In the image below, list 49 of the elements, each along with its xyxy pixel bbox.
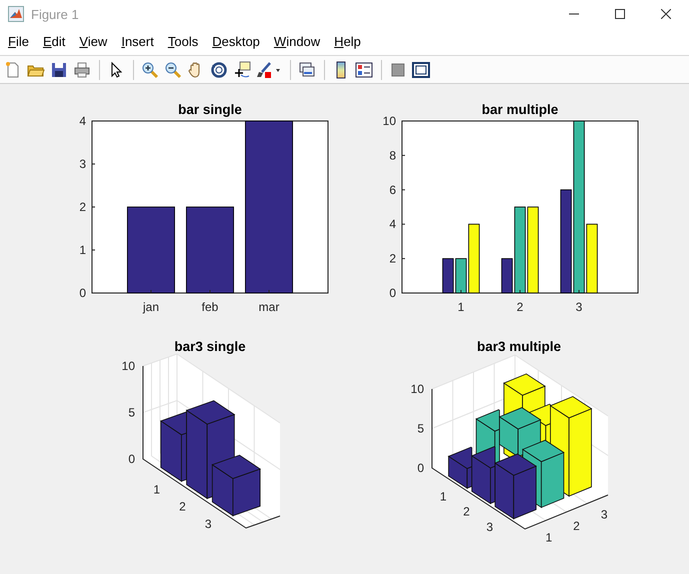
tick-label: 0 — [128, 452, 135, 466]
tick-label: 3 — [79, 157, 86, 171]
tick-label: 3 — [600, 508, 608, 522]
tick-label: 3 — [486, 520, 494, 534]
menu-item[interactable]: Desktop — [206, 34, 266, 49]
tick-label: 0 — [389, 286, 396, 300]
tick-label: 4 — [79, 114, 86, 128]
tick-label: 10 — [410, 382, 424, 396]
tick-label: 1 — [79, 243, 86, 257]
tick-label: 8 — [389, 148, 396, 162]
tick-label: 2 — [79, 200, 86, 214]
window-title: Figure 1 — [31, 6, 79, 22]
menu-item[interactable]: Window — [268, 34, 326, 49]
tick-label: 1 — [440, 489, 447, 504]
bar — [448, 446, 472, 490]
tick-label: 10 — [382, 114, 396, 128]
tick-label: 2 — [179, 500, 186, 514]
chart-title: bar3 multiple — [476, 339, 562, 354]
tick-label: 3 — [204, 516, 212, 531]
chart-title: bar multiple — [482, 102, 558, 117]
chart-title: bar single — [178, 102, 242, 117]
tick-label: 0 — [79, 286, 86, 300]
tick-label: 1 — [546, 530, 552, 544]
tick-label: 2 — [389, 252, 396, 266]
tick-label: 6 — [389, 182, 396, 197]
menu-item[interactable]: Help — [328, 34, 367, 49]
menu-item[interactable]: Edit — [36, 34, 72, 49]
menu-item[interactable]: Insert — [115, 34, 160, 49]
app-logo-icon — [8, 6, 24, 22]
close-icon[interactable] — [661, 9, 671, 19]
tick-label: 1 — [458, 300, 464, 314]
tick-label: jan — [143, 300, 159, 314]
tick-label: 0 — [417, 461, 424, 475]
menu-item[interactable]: Tools — [162, 34, 204, 49]
tick-label: 5 — [417, 422, 424, 436]
menu-item[interactable]: View — [73, 34, 114, 49]
tick-label: 3 — [576, 300, 582, 314]
menu-item[interactable]: File — [2, 34, 35, 49]
chart-title: bar3 single — [174, 339, 246, 354]
tick-label: mar — [258, 300, 280, 314]
tick-label: 10 — [122, 359, 135, 373]
tick-label: 5 — [128, 406, 135, 420]
maximize-icon[interactable] — [615, 9, 625, 19]
tick-label: 2 — [573, 519, 580, 533]
tick-label: 1 — [153, 482, 160, 496]
tick-label: 4 — [389, 217, 396, 232]
tick-label: feb — [202, 300, 218, 314]
tick-label: 2 — [463, 504, 470, 518]
tick-label: 2 — [516, 300, 524, 314]
